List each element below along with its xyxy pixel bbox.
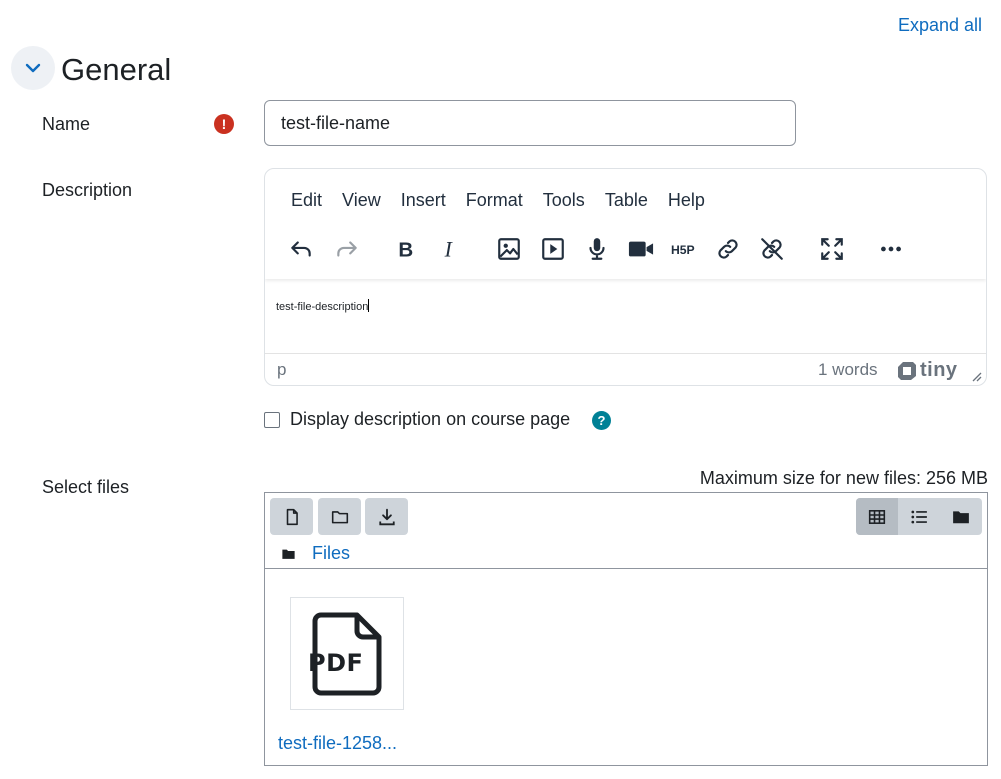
name-label: Name — [42, 114, 91, 134]
menu-format[interactable]: Format — [456, 188, 533, 212]
exclamation-icon: ! — [214, 114, 234, 134]
menu-tools[interactable]: Tools — [533, 188, 595, 212]
pdf-file-type: PDF — [308, 649, 364, 677]
download-icon — [378, 508, 395, 525]
expand-all-link[interactable]: Expand all — [898, 15, 982, 36]
file-thumbnail[interactable]: PDF — [290, 597, 404, 710]
video-camera-icon[interactable] — [623, 231, 659, 267]
breadcrumb: Files — [281, 543, 350, 564]
file-icon — [286, 508, 298, 525]
section-title: General — [61, 52, 172, 87]
menu-view[interactable]: View — [332, 188, 391, 212]
element-path[interactable]: p — [277, 360, 286, 380]
editor-header: Edit View Insert Format Tools Table Help… — [265, 169, 986, 279]
description-label: Description — [42, 180, 133, 200]
link-icon[interactable] — [710, 231, 746, 267]
download-button[interactable] — [365, 498, 408, 535]
media-icon[interactable] — [535, 231, 571, 267]
description-editor: Edit View Insert Format Tools Table Help… — [264, 168, 987, 386]
resize-handle-icon[interactable] — [970, 370, 982, 382]
tiny-brand-text: tiny — [920, 359, 958, 381]
grid-icon — [868, 509, 886, 524]
display-description-label[interactable]: Display description on course page — [290, 409, 570, 430]
editor-text: test-file-description — [276, 301, 369, 313]
undo-icon[interactable] — [283, 231, 319, 267]
tiny-brand-icon — [898, 361, 916, 380]
word-count[interactable]: 1 words — [818, 360, 878, 380]
text-caret — [368, 299, 370, 312]
folder-icon — [953, 510, 969, 523]
fullscreen-icon[interactable] — [814, 231, 850, 267]
svg-text:B: B — [398, 239, 413, 262]
menu-table[interactable]: Table — [595, 188, 658, 212]
grid-view-button[interactable] — [856, 498, 898, 535]
create-folder-button[interactable] — [318, 498, 361, 535]
unlink-icon[interactable] — [754, 231, 790, 267]
name-input[interactable] — [264, 100, 796, 146]
chevron-down-icon — [25, 63, 41, 73]
more-icon[interactable] — [873, 231, 909, 267]
list-icon — [911, 510, 927, 523]
italic-icon[interactable]: I — [432, 231, 468, 267]
breadcrumb-files-link[interactable]: Files — [312, 543, 350, 564]
menu-help[interactable]: Help — [658, 188, 715, 212]
file-manager: Files PDF test-file-1258... — [264, 492, 988, 766]
file-manager-toolbar: Files — [265, 493, 987, 569]
display-description-checkbox[interactable] — [264, 412, 280, 428]
svg-text:I: I — [444, 238, 454, 262]
editor-statusbar: p 1 words tiny — [265, 353, 986, 385]
tiny-logo[interactable]: tiny — [897, 359, 958, 382]
bold-icon[interactable]: B — [388, 231, 424, 267]
microphone-icon[interactable] — [579, 231, 615, 267]
folder-icon — [331, 510, 348, 523]
list-view-button[interactable] — [898, 498, 940, 535]
h5p-icon[interactable]: H5P — [666, 231, 702, 267]
menu-edit[interactable]: Edit — [281, 188, 332, 212]
max-file-size: Maximum size for new files: 256 MB — [699, 468, 988, 488]
view-toggle-group — [856, 498, 982, 535]
menu-insert[interactable]: Insert — [391, 188, 456, 212]
svg-text:H5P: H5P — [671, 243, 695, 257]
editor-content[interactable]: test-file-description — [276, 299, 370, 313]
editor-menubar: Edit View Insert Format Tools Table Help — [281, 188, 715, 212]
select-files-label: Select files — [42, 477, 130, 497]
image-icon[interactable] — [491, 231, 527, 267]
add-file-button[interactable] — [270, 498, 313, 535]
collapse-section-button[interactable] — [11, 46, 55, 90]
file-name-link[interactable]: test-file-1258... — [278, 733, 397, 754]
tree-view-button[interactable] — [940, 498, 982, 535]
folder-icon — [282, 549, 295, 559]
help-icon[interactable]: ? — [592, 411, 611, 430]
redo-icon[interactable] — [329, 231, 365, 267]
